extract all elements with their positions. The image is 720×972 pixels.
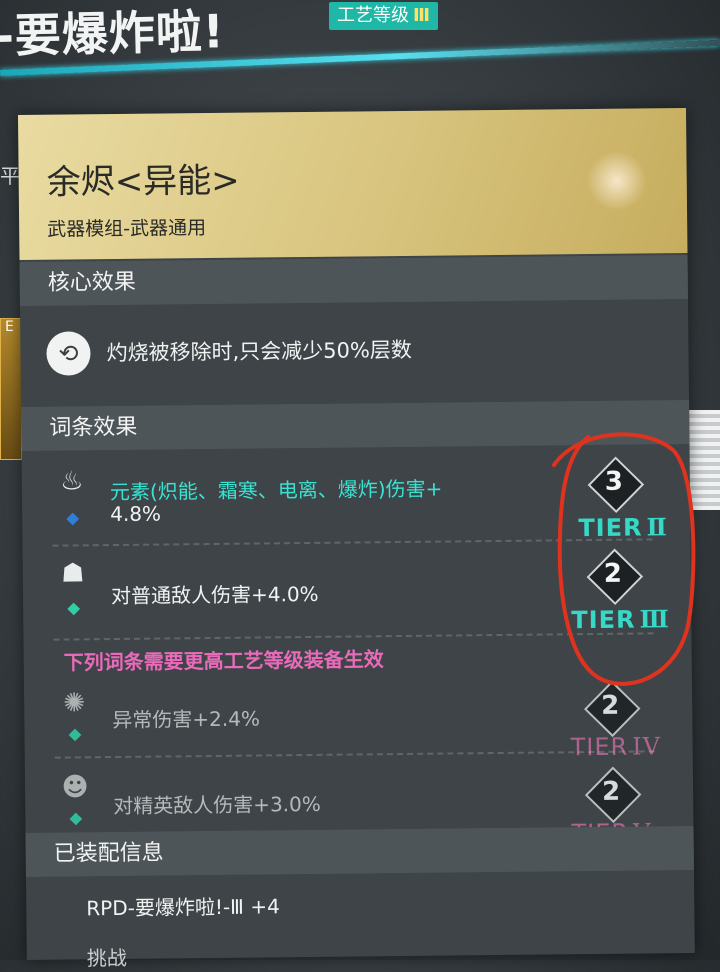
equipped-line-2: 挑战	[86, 945, 127, 971]
affix-gem	[66, 512, 80, 526]
locked-affix-note: 下列词条需要更高工艺等级装备生效	[63, 647, 384, 675]
locked-affix-text: 异常伤害+2.4%	[112, 706, 261, 733]
affix-rank: 2	[601, 776, 621, 807]
craft-level-roman: Ⅲ	[413, 5, 431, 26]
tier-label: TIER IV	[571, 732, 662, 761]
affix-gem	[69, 812, 83, 826]
anomaly-icon: ✺	[63, 688, 86, 719]
mod-hero: 余烬<异能> 武器模组-武器通用	[18, 108, 688, 260]
affix-gem	[67, 602, 81, 616]
affix-gem	[68, 728, 82, 742]
red-circle-annotation	[552, 432, 696, 686]
tier-roman: IV	[632, 732, 662, 761]
left-edge-tile[interactable]: E	[0, 318, 22, 460]
enemy-icon: ☗	[60, 558, 85, 589]
elite-icon: ☻	[61, 772, 89, 803]
left-edge-tile-letter: E	[5, 319, 14, 335]
core-effect-row: ⟲ 灼烧被移除时,只会减少50%层数	[20, 303, 689, 400]
affix-text: 对普通敌人伤害+4.0%	[110, 581, 319, 609]
tier-word: TIER	[570, 732, 629, 762]
affix-rank: 2	[601, 690, 620, 721]
mod-subtitle: 武器模组-武器通用	[47, 217, 207, 241]
burn-removal-icon: ⟲	[46, 331, 91, 376]
equipped-line: RPD-要爆炸啦!-Ⅲ +4	[86, 894, 280, 921]
element-icon: ♨	[60, 466, 84, 497]
craft-level-label: 工艺等级	[337, 5, 409, 26]
mod-name: 余烬<异能>	[46, 160, 240, 203]
affix-text-value: 4.8%	[110, 501, 162, 527]
affix-text: 元素(炽能、霜寒、电离、爆炸)伤害+	[109, 476, 443, 505]
section-equipped-info: 已装配信息	[25, 825, 694, 877]
left-edge-text: 平	[0, 164, 20, 188]
hero-emblem	[586, 150, 648, 212]
page-title: -要爆炸啦!	[0, 4, 226, 63]
section-core-effect: 核心效果	[19, 254, 688, 306]
craft-level-badge: 工艺等级 Ⅲ	[329, 2, 439, 30]
core-effect-text: 灼烧被移除时,只会减少50%层数	[106, 337, 412, 366]
locked-affix-text: 对精英敌人伤害+3.0%	[113, 791, 321, 819]
